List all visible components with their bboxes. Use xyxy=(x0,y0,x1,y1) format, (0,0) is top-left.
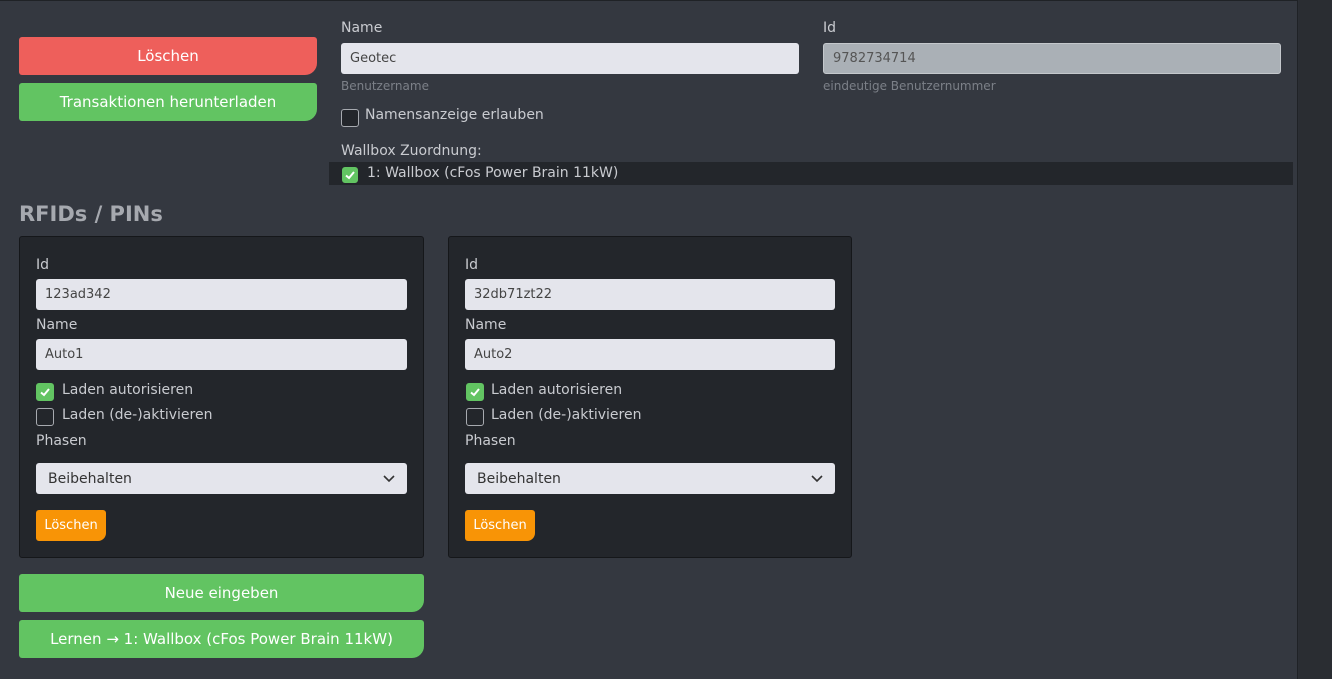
phases-value: Beibehalten xyxy=(477,470,561,487)
rfid-id-label: Id xyxy=(36,257,50,273)
authorize-label: Laden autorisieren xyxy=(62,382,194,398)
phases-value: Beibehalten xyxy=(48,470,132,487)
wallbox-item-label: 1: Wallbox (cFos Power Brain 11kW) xyxy=(367,165,619,181)
rfid-id-label: Id xyxy=(465,257,479,273)
download-transactions-button[interactable]: Transaktionen herunterladen xyxy=(19,83,317,121)
new-rfid-button[interactable]: Neue eingeben xyxy=(19,574,424,612)
name-input[interactable]: Geotec xyxy=(341,43,799,74)
toggle-charging-checkbox[interactable] xyxy=(466,408,484,426)
wallbox-label: Wallbox Zuordnung: xyxy=(341,143,482,159)
toggle-charging-label: Laden (de-)aktivieren xyxy=(62,407,213,423)
scroll-gutter xyxy=(1299,0,1332,679)
check-icon xyxy=(470,388,480,397)
id-help: eindeutige Benutzernummer xyxy=(823,79,996,93)
rfid-name-label: Name xyxy=(465,317,507,333)
check-icon xyxy=(40,388,50,397)
check-icon xyxy=(345,171,355,180)
phases-select[interactable]: Beibehalten xyxy=(36,463,407,494)
phases-select[interactable]: Beibehalten xyxy=(465,463,835,494)
authorize-checkbox[interactable] xyxy=(36,383,54,401)
rfid-id-input[interactable]: 32db71zt22 xyxy=(465,279,835,310)
phases-label: Phasen xyxy=(36,433,87,449)
rfid-id-input[interactable]: 123ad342 xyxy=(36,279,407,310)
delete-rfid-button[interactable]: Löschen xyxy=(36,510,106,541)
rfid-section-title: RFIDs / PINs xyxy=(19,202,163,226)
phases-label: Phasen xyxy=(465,433,516,449)
rfid-card: Id 123ad342 Name Auto1 Laden autorisiere… xyxy=(19,236,424,558)
authorize-label: Laden autorisieren xyxy=(491,382,623,398)
id-label: Id xyxy=(823,20,837,36)
chevron-down-icon xyxy=(383,474,395,482)
rfid-card: Id 32db71zt22 Name Auto2 Laden autorisie… xyxy=(448,236,852,558)
rfid-name-input[interactable]: Auto2 xyxy=(465,339,835,370)
toggle-charging-label: Laden (de-)aktivieren xyxy=(491,407,642,423)
chevron-down-icon xyxy=(811,474,823,482)
id-input: 9782734714 xyxy=(823,43,1281,74)
delete-rfid-button[interactable]: Löschen xyxy=(465,510,535,541)
rfid-name-label: Name xyxy=(36,317,78,333)
wallbox-checkbox[interactable] xyxy=(342,167,358,183)
allow-name-label: Namensanzeige erlauben xyxy=(365,107,544,123)
rfid-name-input[interactable]: Auto1 xyxy=(36,339,407,370)
toggle-charging-checkbox[interactable] xyxy=(36,408,54,426)
learn-rfid-button[interactable]: Lernen → 1: Wallbox (cFos Power Brain 11… xyxy=(19,620,424,658)
authorize-checkbox[interactable] xyxy=(466,383,484,401)
name-help: Benutzername xyxy=(341,79,429,93)
delete-user-button[interactable]: Löschen xyxy=(19,37,317,75)
name-label: Name xyxy=(341,20,383,36)
allow-name-checkbox[interactable] xyxy=(341,109,359,127)
